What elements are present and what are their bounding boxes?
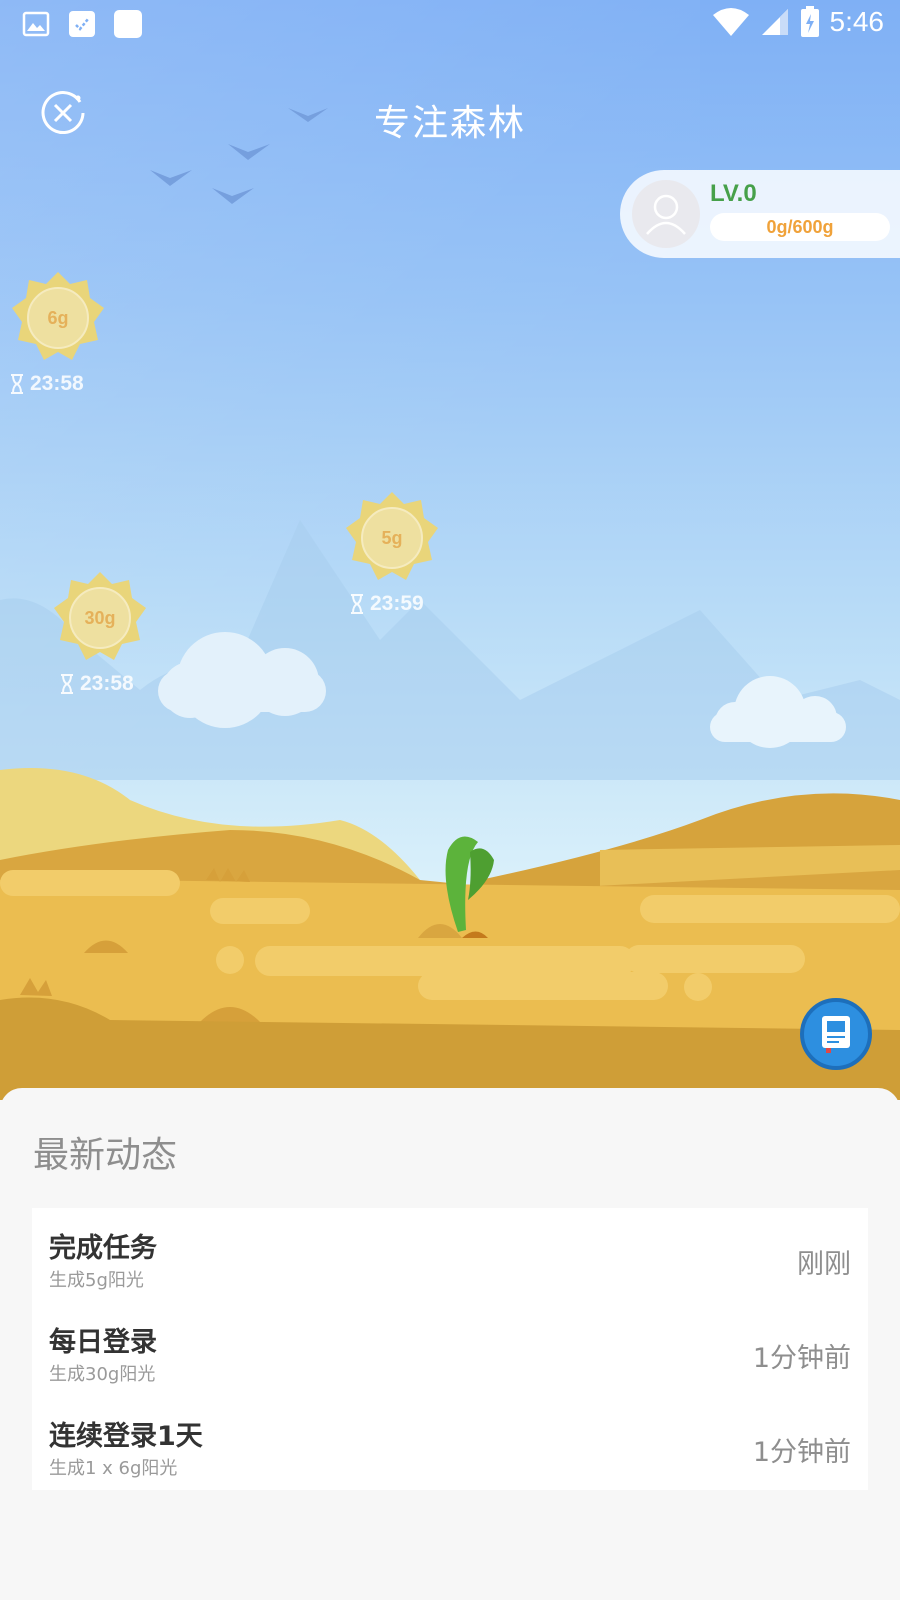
feed-title: 最新动态 bbox=[33, 1135, 178, 1176]
status-bar: 5:46 bbox=[0, 0, 900, 52]
list-item[interactable]: 连续登录1天 生成1 x 6g阳光 1分钟前 bbox=[32, 1396, 868, 1490]
activity-sheet: 最新动态 完成任务 生成5g阳光 刚刚 每日登录 生成30g阳光 1分钟前 连续… bbox=[0, 1088, 900, 1600]
avatar[interactable] bbox=[632, 180, 700, 248]
sun-timer-text: 23:59 bbox=[370, 592, 424, 615]
item-title: 完成任务 bbox=[49, 1233, 157, 1264]
sun-orb[interactable]: 6g 23:58 bbox=[10, 270, 106, 395]
list-item[interactable]: 每日登录 生成30g阳光 1分钟前 bbox=[32, 1302, 868, 1396]
level-progress-text: 0g/600g bbox=[766, 217, 834, 237]
item-time: 1分钟前 bbox=[752, 1343, 851, 1374]
item-title: 连续登录1天 bbox=[49, 1421, 203, 1452]
sun-timer: 23:58 bbox=[10, 372, 110, 396]
level-label: LV.0 bbox=[710, 180, 757, 207]
gallery-icon bbox=[22, 11, 50, 37]
user-icon bbox=[646, 194, 686, 235]
clock-icon bbox=[69, 11, 95, 37]
landscape-illustration bbox=[0, 108, 900, 1100]
sun-amount: 30g bbox=[84, 608, 116, 628]
signal-icon bbox=[761, 9, 788, 35]
item-time: 1分钟前 bbox=[752, 1437, 851, 1468]
wifi-icon bbox=[712, 8, 749, 36]
activity-feed: 完成任务 生成5g阳光 刚刚 每日登录 生成30g阳光 1分钟前 连续登录1天 … bbox=[32, 1208, 868, 1490]
book-icon bbox=[822, 1016, 850, 1053]
sun-timer: 23:58 bbox=[60, 672, 160, 696]
sun-orb[interactable]: 30g 23:58 bbox=[52, 570, 148, 695]
clock-time: 5:46 bbox=[829, 6, 885, 37]
level-card[interactable]: LV.0 0g/600g bbox=[620, 170, 900, 258]
battery-charging-icon bbox=[800, 6, 819, 37]
hourglass-icon bbox=[11, 374, 23, 394]
hourglass-icon bbox=[351, 594, 363, 614]
sun-amount: 6g bbox=[47, 308, 69, 328]
hourglass-icon bbox=[61, 674, 73, 694]
sun-amount: 5g bbox=[381, 528, 403, 548]
item-subtitle: 生成1 x 6g阳光 bbox=[49, 1458, 178, 1479]
sun-timer: 23:59 bbox=[350, 592, 450, 616]
app-icon bbox=[114, 10, 142, 38]
item-time: 刚刚 bbox=[797, 1249, 851, 1280]
item-subtitle: 生成5g阳光 bbox=[49, 1270, 144, 1291]
sun-timer-text: 23:58 bbox=[80, 672, 134, 695]
page-title: 专注森林 bbox=[373, 103, 526, 144]
item-subtitle: 生成30g阳光 bbox=[49, 1364, 156, 1385]
sun-orb[interactable]: 5g 23:59 bbox=[344, 490, 440, 615]
sun-timer-text: 23:58 bbox=[30, 372, 84, 395]
item-title: 每日登录 bbox=[49, 1327, 157, 1358]
forest-scene bbox=[0, 0, 900, 1100]
diary-button[interactable] bbox=[800, 998, 872, 1070]
list-item[interactable]: 完成任务 生成5g阳光 刚刚 bbox=[32, 1208, 868, 1302]
level-progress-bar: 0g/600g bbox=[710, 213, 890, 241]
